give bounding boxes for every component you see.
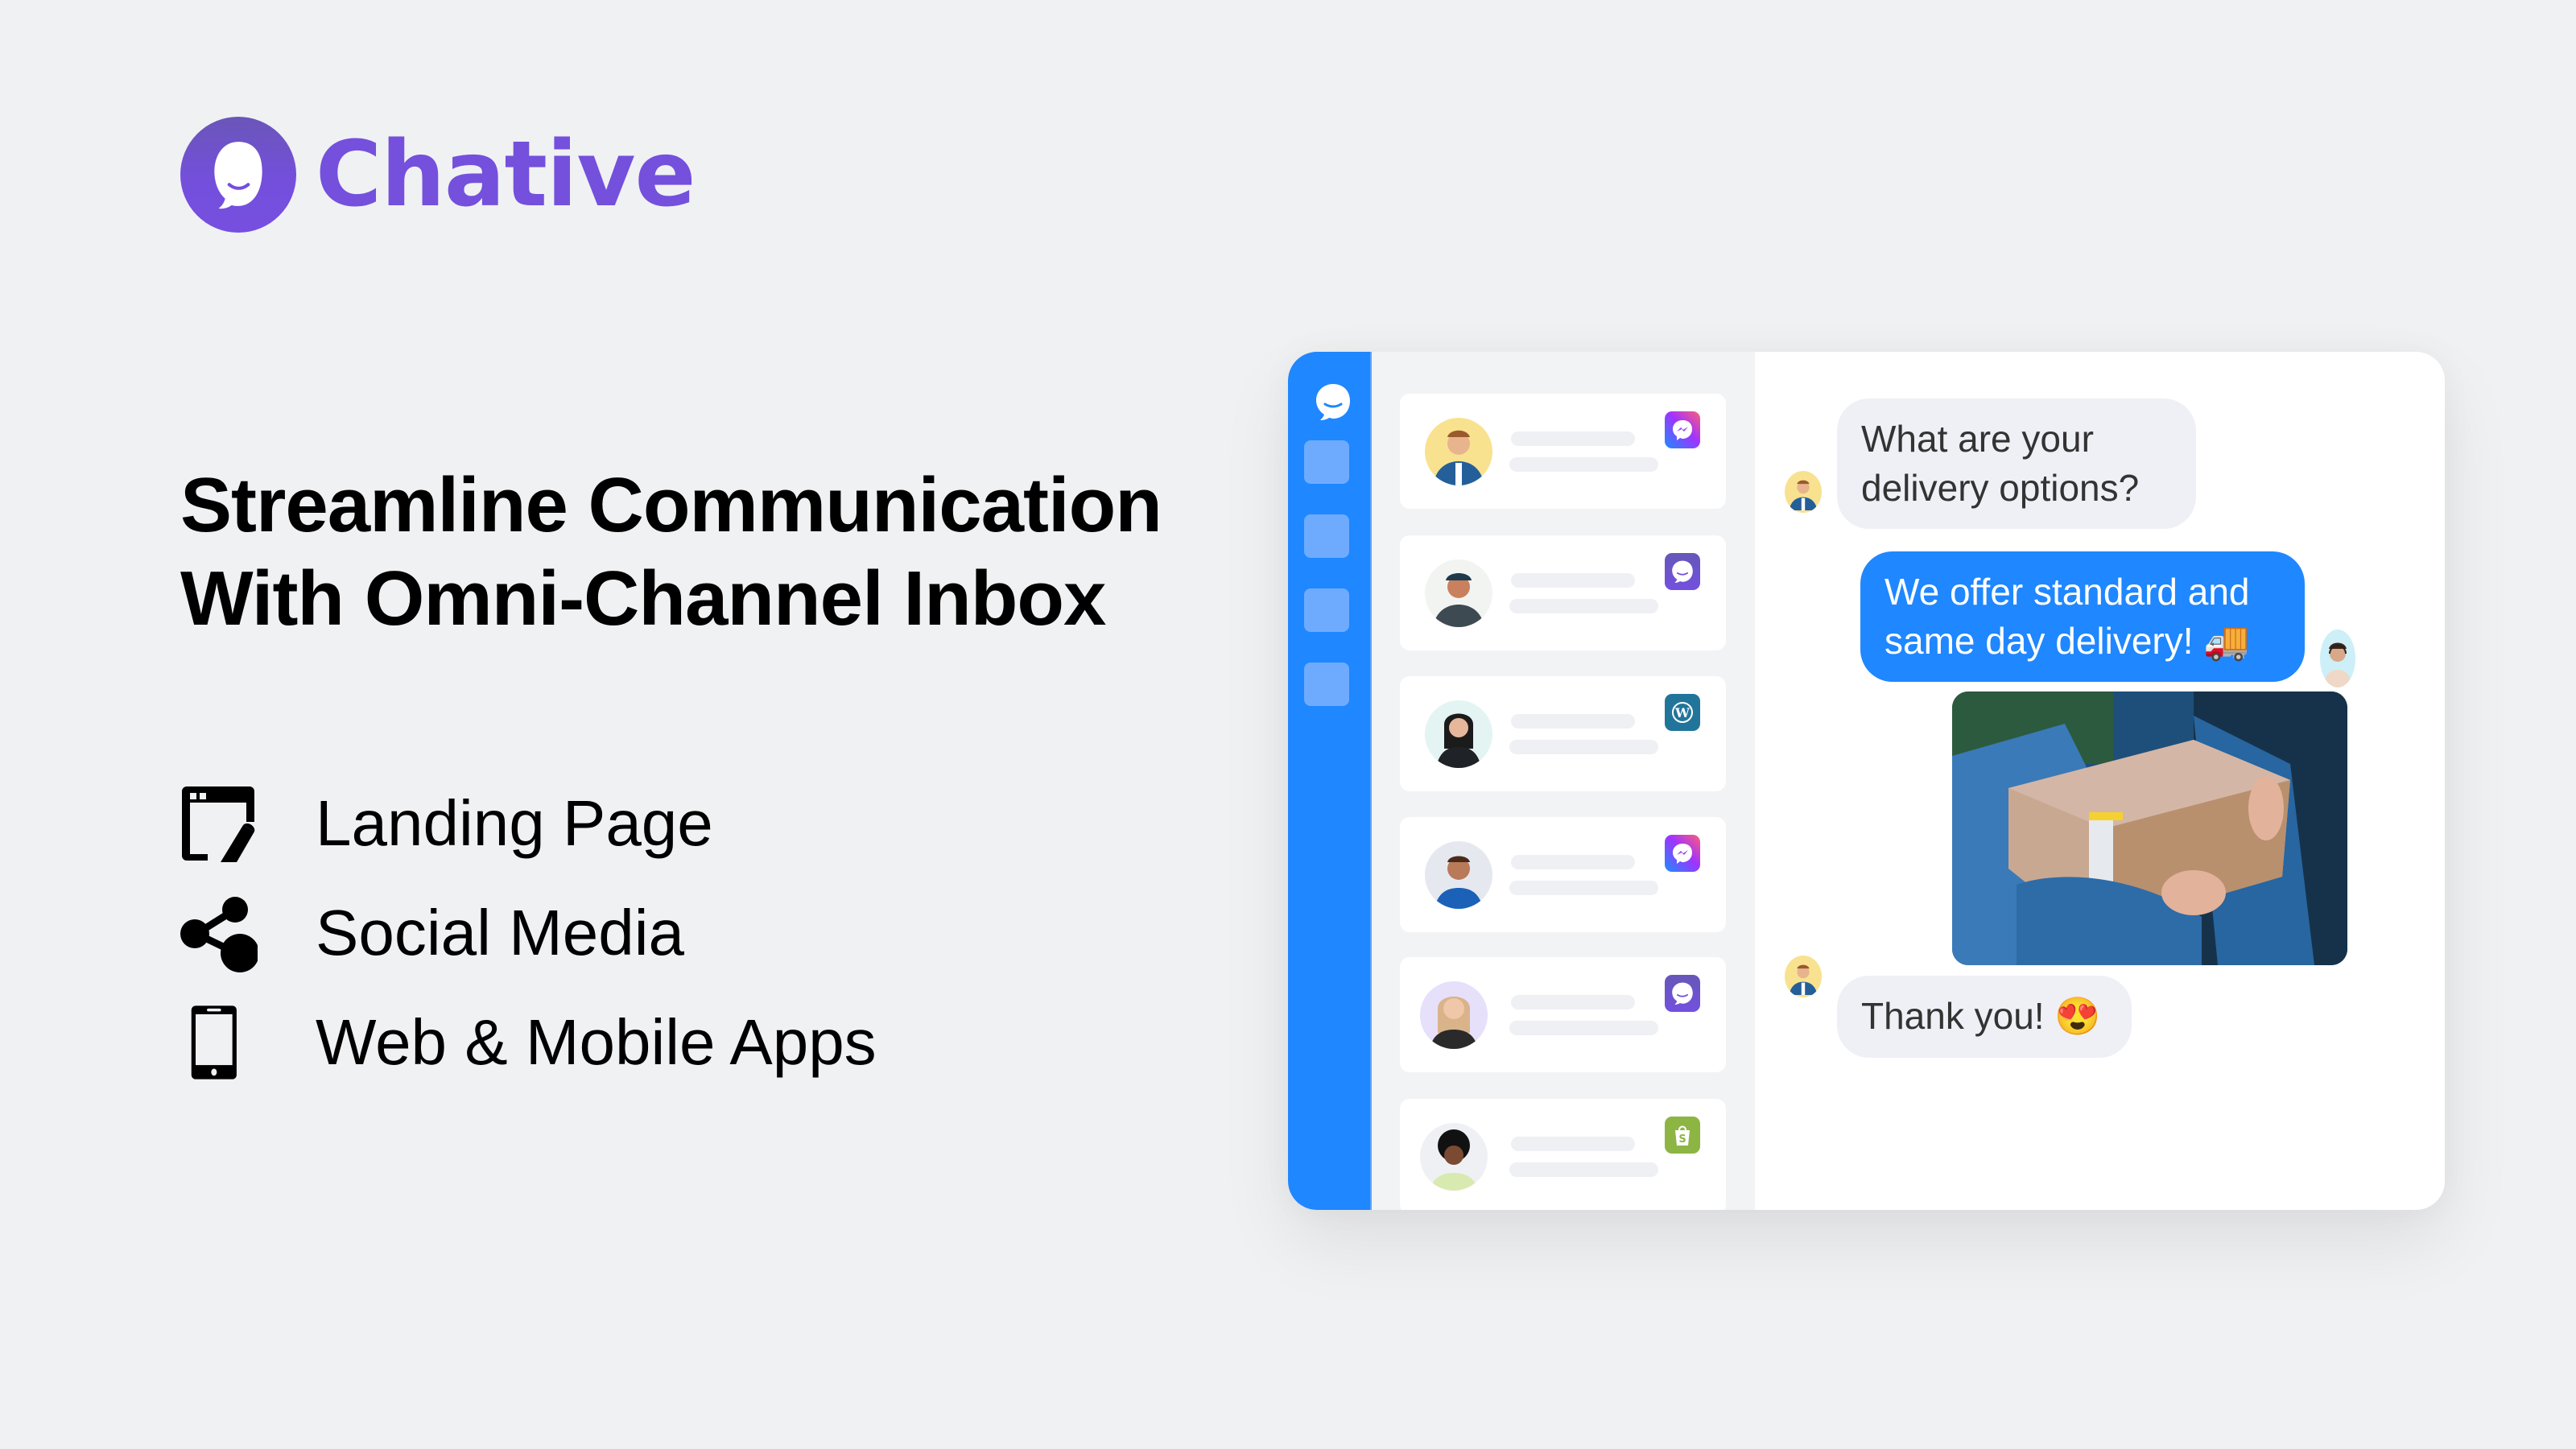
conversation-item[interactable] (1400, 535, 1726, 650)
inbox-mockup: W S What are your delivery options? We o… (1288, 352, 2445, 1210)
messenger-icon (1665, 411, 1700, 448)
message-text: What are your (1861, 418, 2094, 460)
preview-line-placeholder (1509, 881, 1658, 895)
preview-line-placeholder (1511, 431, 1635, 446)
preview-line-placeholder (1511, 573, 1635, 588)
outgoing-message: We offer standard and same day delivery!… (1860, 551, 2305, 682)
preview-line-placeholder (1509, 1162, 1658, 1177)
landing-page-edit-icon (179, 783, 259, 864)
preview-line-placeholder (1509, 740, 1658, 754)
messenger-icon (1665, 835, 1700, 872)
agent-avatar (2320, 630, 2355, 687)
feature-web-mobile-apps: Web & Mobile Apps (179, 988, 877, 1097)
message-text: Thank you! 😍 (1861, 995, 2101, 1037)
conversation-list: W S (1372, 352, 1755, 1210)
avatar (1420, 981, 1488, 1049)
feature-social-media: Social Media (179, 878, 877, 988)
preview-line-placeholder (1509, 457, 1658, 472)
preview-line-placeholder (1511, 855, 1635, 869)
customer-avatar (1785, 471, 1822, 513)
avatar (1425, 841, 1492, 909)
feature-list: Landing Page Social Media Web & Mobile A… (179, 769, 877, 1097)
chat-bubble-smile-icon[interactable] (1315, 382, 1352, 421)
chat-bubble-smile-icon (180, 117, 296, 233)
svg-text:S: S (1678, 1133, 1686, 1146)
sidebar-nav-item-2[interactable] (1304, 514, 1349, 558)
sidebar-nav-item-4[interactable] (1304, 663, 1349, 706)
page-headline: Streamline Communication With Omni-Chann… (180, 459, 1162, 646)
chative-icon (1665, 553, 1700, 590)
avatar (1425, 559, 1492, 627)
message-text: We offer standard and (1885, 571, 2250, 613)
conversation-item[interactable]: S (1400, 1099, 1726, 1210)
wordpress-icon: W (1665, 694, 1700, 731)
message-text: same day delivery! 🚚 (1885, 620, 2250, 662)
preview-line-placeholder (1509, 1021, 1658, 1035)
feature-label: Landing Page (316, 787, 713, 859)
preview-line-placeholder (1511, 714, 1635, 729)
avatar (1425, 700, 1492, 768)
headline-line-2: With Omni-Channel Inbox (180, 555, 1106, 642)
headline-line-1: Streamline Communication (180, 462, 1162, 548)
preview-line-placeholder (1509, 599, 1658, 613)
chat-panel: What are your delivery options? We offer… (1755, 352, 2445, 1210)
customer-avatar (1785, 956, 1822, 997)
conversation-item[interactable] (1400, 817, 1726, 932)
chative-icon (1665, 975, 1700, 1012)
brand-name: Chative (316, 122, 696, 227)
conversation-item[interactable] (1400, 957, 1726, 1072)
incoming-message: What are your delivery options? (1837, 398, 2196, 529)
shopify-icon: S (1665, 1117, 1700, 1154)
brand-logo[interactable]: Chative (180, 117, 696, 233)
delivery-package-photo[interactable] (1952, 691, 2347, 965)
app-sidebar (1288, 352, 1372, 1210)
feature-landing-page: Landing Page (179, 769, 877, 878)
avatar (1420, 1123, 1488, 1191)
preview-line-placeholder (1511, 995, 1635, 1009)
sidebar-nav-item-3[interactable] (1304, 588, 1349, 632)
preview-line-placeholder (1511, 1137, 1635, 1151)
svg-text:W: W (1674, 705, 1690, 720)
mobile-phone-icon (179, 1002, 259, 1083)
avatar (1425, 418, 1492, 485)
incoming-message: Thank you! 😍 (1837, 976, 2132, 1058)
conversation-item[interactable]: W (1400, 676, 1726, 791)
feature-label: Web & Mobile Apps (316, 1006, 877, 1078)
feature-label: Social Media (316, 897, 685, 968)
message-text: delivery options? (1861, 467, 2140, 509)
conversation-item[interactable] (1400, 394, 1726, 509)
share-icon (179, 893, 259, 973)
sidebar-nav-item-1[interactable] (1304, 440, 1349, 484)
